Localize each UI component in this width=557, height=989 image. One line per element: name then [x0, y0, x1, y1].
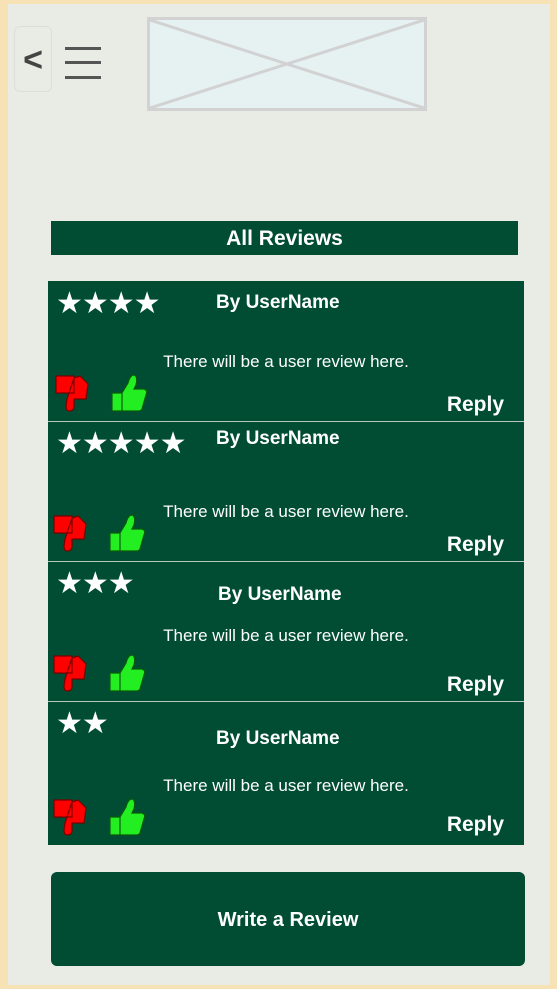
review-author: By UserName — [218, 584, 342, 605]
thumbs-up-icon[interactable] — [108, 373, 148, 413]
reply-button[interactable]: Reply — [447, 813, 504, 837]
review-author: By UserName — [216, 728, 340, 749]
write-review-button[interactable]: Write a Review — [51, 872, 525, 966]
thumbs-down-icon[interactable] — [52, 373, 92, 413]
review-text: There will be a user review here. — [163, 626, 409, 645]
hamburger-menu-icon[interactable] — [65, 46, 101, 80]
reviews-list: ★★★★ By UserName There will be a user re… — [48, 281, 524, 845]
review-card: ★★★★ By UserName There will be a user re… — [48, 281, 524, 421]
app-screen: < All Reviews ★★★★ By UserName There wil… — [8, 4, 550, 985]
review-text: There will be a user review here. — [163, 352, 409, 371]
thumbs-down-icon[interactable] — [50, 513, 90, 553]
reply-button[interactable]: Reply — [447, 393, 504, 417]
review-text: There will be a user review here. — [163, 776, 409, 795]
review-card: ★★★★★ By UserName There will be a user r… — [48, 421, 524, 561]
thumbs-up-icon[interactable] — [106, 653, 146, 693]
back-button[interactable]: < — [14, 26, 52, 92]
thumbs-down-icon[interactable] — [50, 797, 90, 837]
logo-image-placeholder — [147, 17, 427, 111]
star-rating: ★★★★ — [56, 287, 161, 320]
star-rating: ★★ — [56, 707, 109, 740]
thumbs-up-icon[interactable] — [106, 797, 146, 837]
all-reviews-header: All Reviews — [51, 221, 518, 255]
star-rating: ★★★ — [56, 567, 135, 600]
back-chevron-icon: < — [23, 41, 43, 79]
review-author: By UserName — [216, 292, 340, 313]
review-card: ★★★ By UserName There will be a user rev… — [48, 561, 524, 701]
star-rating: ★★★★★ — [56, 427, 186, 460]
thumbs-up-icon[interactable] — [106, 513, 146, 553]
reply-button[interactable]: Reply — [447, 533, 504, 557]
reply-button[interactable]: Reply — [447, 673, 504, 697]
review-author: By UserName — [216, 428, 340, 449]
review-card: ★★ By UserName There will be a user revi… — [48, 701, 524, 845]
thumbs-down-icon[interactable] — [50, 653, 90, 693]
